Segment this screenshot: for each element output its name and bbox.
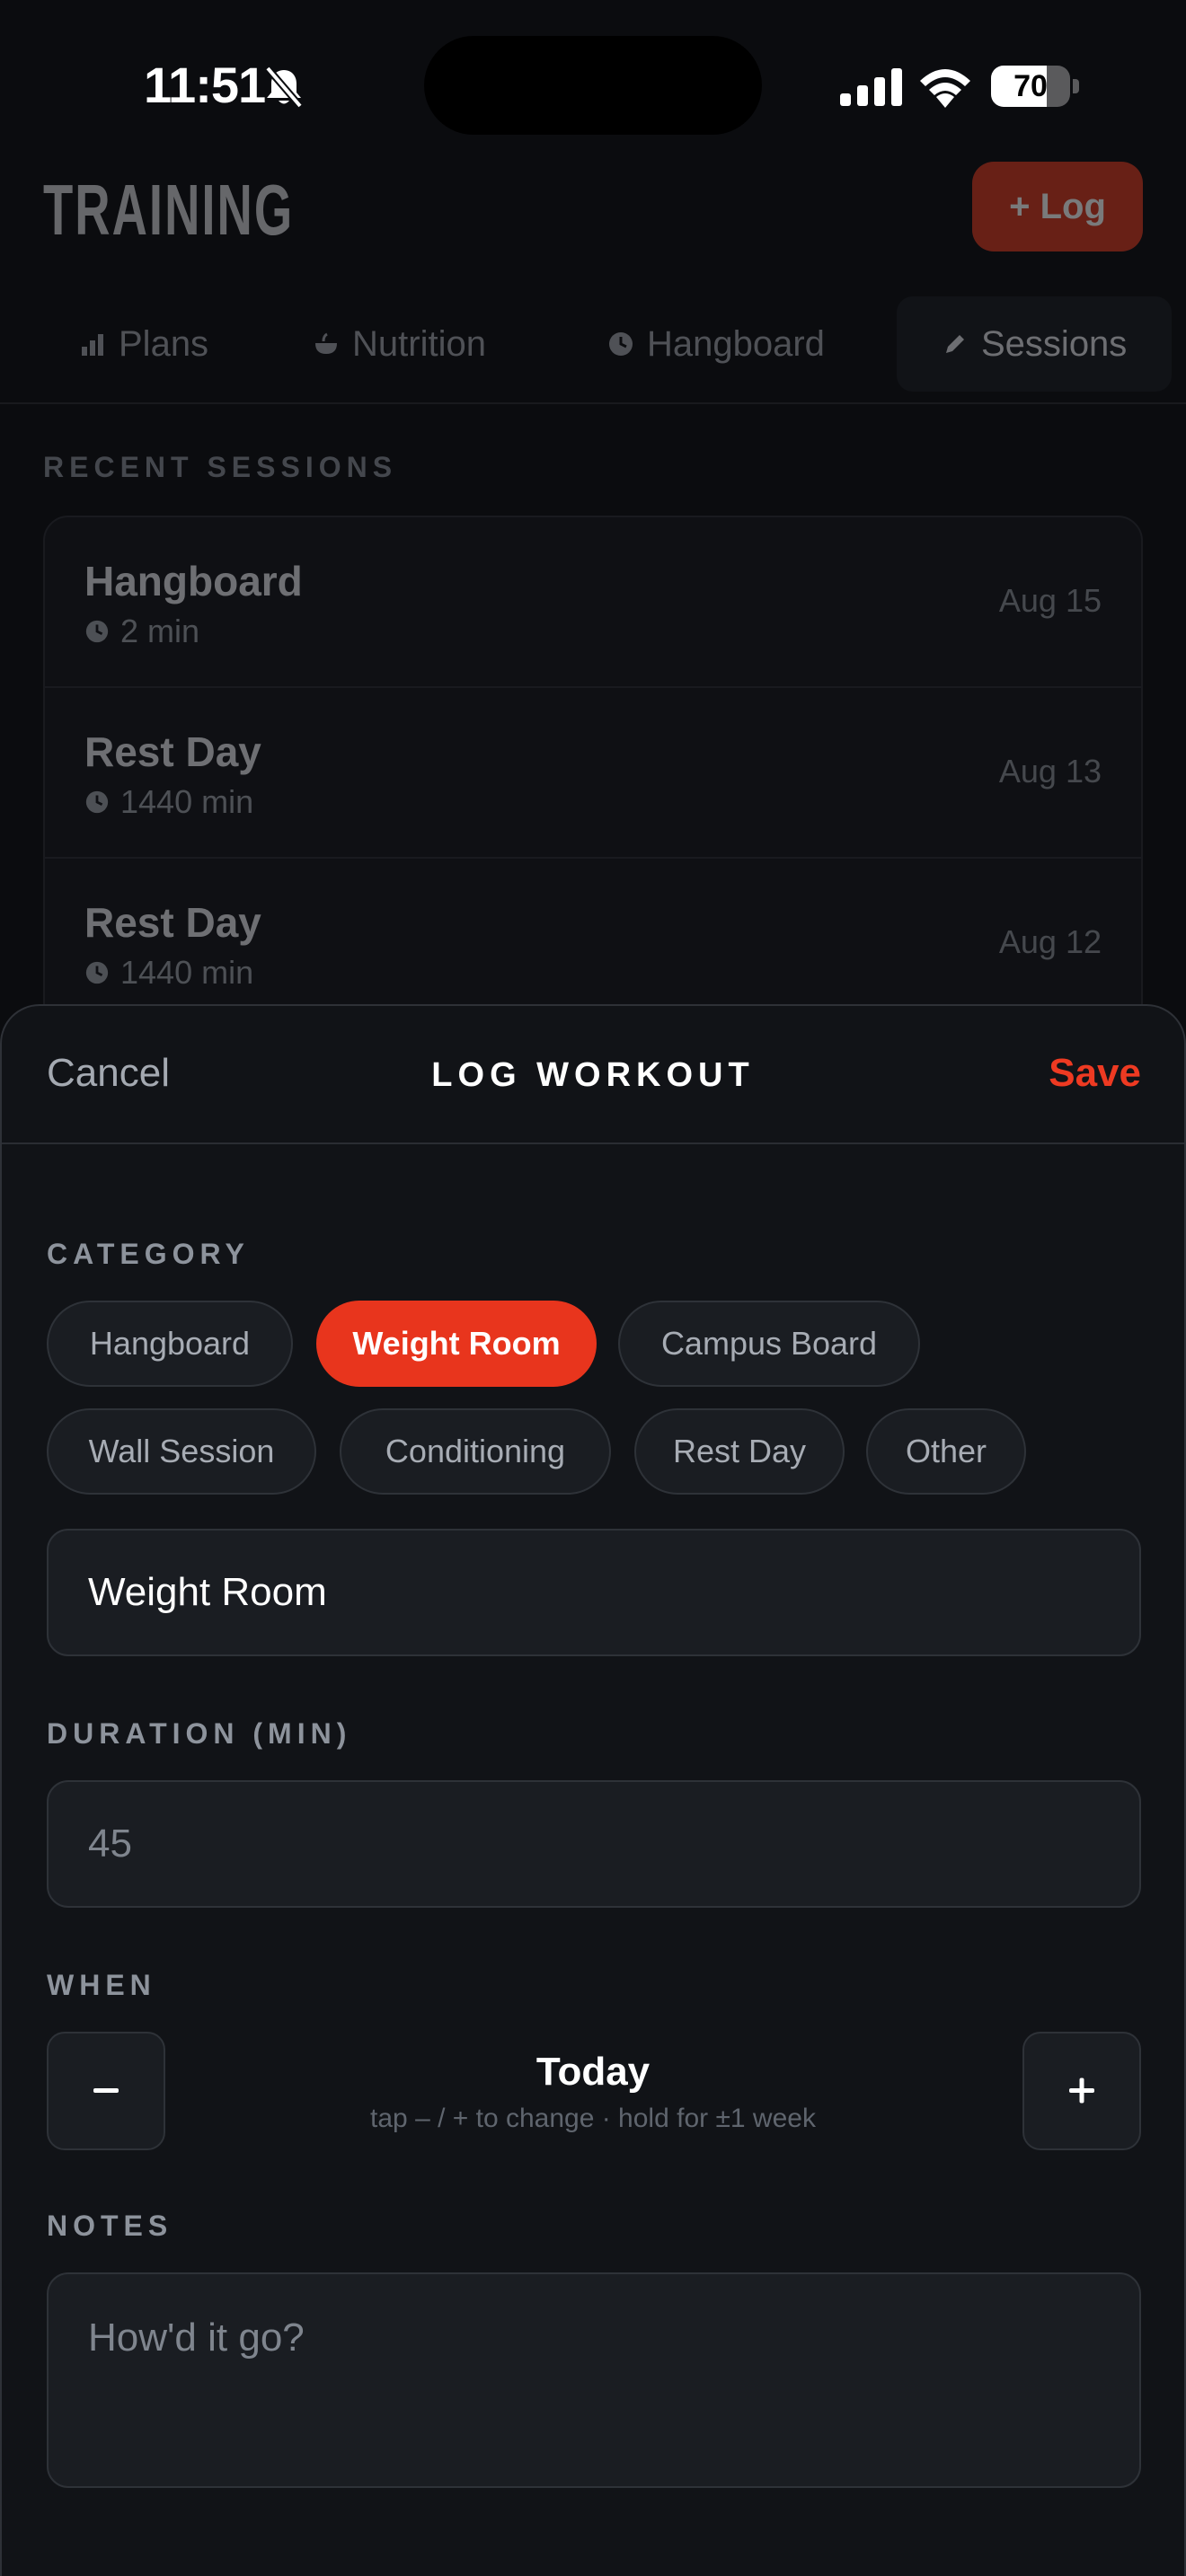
- clock-icon: [85, 961, 109, 984]
- bowl-icon: [315, 332, 337, 354]
- plus-icon: [1069, 2078, 1094, 2104]
- session-name: Rest Day: [84, 899, 261, 946]
- tab-label: Sessions: [981, 323, 1128, 364]
- category-chip-conditioning[interactable]: Conditioning: [340, 1408, 611, 1495]
- log-workout-sheet: Cancel LOG WORKOUT Save CATEGORY Hangboa…: [0, 1004, 1186, 2576]
- tab-nutrition[interactable]: Nutrition: [313, 296, 486, 392]
- session-meta: 1440 min: [84, 954, 253, 992]
- log-button[interactable]: + Log: [972, 162, 1143, 251]
- battery-body: 70: [991, 66, 1070, 107]
- clock-icon: [85, 620, 109, 643]
- pencil-icon: [946, 335, 964, 353]
- category-chip-wall-session[interactable]: Wall Session: [47, 1408, 316, 1495]
- session-date: Aug 12: [998, 923, 1102, 960]
- save-button[interactable]: Save: [1049, 1051, 1141, 1096]
- category-chip-campus-board[interactable]: Campus Board: [618, 1301, 920, 1387]
- tab-sessions[interactable]: Sessions: [897, 296, 1173, 392]
- category-chip-hangboard[interactable]: Hangboard: [47, 1301, 293, 1387]
- notes-textarea[interactable]: How'd it go?: [47, 2272, 1141, 2488]
- page-title: TRAINING: [43, 170, 295, 250]
- session-duration: 1440 min: [120, 954, 254, 991]
- session-duration: 1440 min: [120, 783, 254, 820]
- duration-input[interactable]: 45: [47, 1780, 1141, 1908]
- sheet-header: Cancel LOG WORKOUT Save: [2, 1006, 1184, 1144]
- bar-chart-icon: [82, 334, 103, 356]
- wifi-icon: [920, 69, 970, 108]
- session-date: Aug 13: [998, 753, 1102, 790]
- when-label: WHEN: [47, 1969, 156, 2001]
- cellular-signal-icon: [840, 68, 902, 106]
- session-list: Hangboard 2 min Aug 15 Rest Day 1440 min…: [43, 516, 1143, 1031]
- recent-sessions-label: RECENT SESSIONS: [43, 451, 398, 483]
- session-meta: 2 min: [84, 613, 199, 650]
- tab-plans[interactable]: Plans: [79, 296, 208, 392]
- category-chip-rest-day[interactable]: Rest Day: [634, 1408, 845, 1495]
- battery-percent: 70: [1013, 69, 1048, 103]
- battery-icon: 70: [991, 66, 1079, 107]
- duration-label: DURATION (MIN): [47, 1717, 352, 1750]
- date-increment-button[interactable]: [1022, 2032, 1141, 2150]
- status-bar: 11:51 70: [0, 0, 1186, 171]
- tab-label: Hangboard: [647, 323, 825, 364]
- date-hint: tap – / + to change · hold for ±1 week: [370, 2104, 816, 2133]
- clock-icon: [609, 332, 633, 356]
- clock-icon: [85, 790, 109, 814]
- session-row[interactable]: Hangboard 2 min Aug 15: [45, 517, 1141, 688]
- dynamic-island: [424, 36, 762, 135]
- category-label: CATEGORY: [47, 1238, 250, 1270]
- session-meta: 1440 min: [84, 783, 253, 821]
- screen: 11:51 70 TRAINING + Log Plans Nutrition …: [0, 0, 1186, 2576]
- bell-slash-icon: [264, 66, 304, 109]
- session-name: Hangboard: [84, 558, 303, 604]
- battery-tip: [1073, 79, 1079, 93]
- tab-hangboard[interactable]: Hangboard: [607, 296, 825, 392]
- notes-label: NOTES: [47, 2210, 173, 2242]
- category-chip-other[interactable]: Other: [866, 1408, 1026, 1495]
- session-name: Rest Day: [84, 728, 261, 775]
- status-time: 11:51: [144, 57, 266, 113]
- tab-bar: Plans Nutrition Hangboard Sessions: [43, 296, 1186, 395]
- workout-name-input[interactable]: Weight Room: [47, 1529, 1141, 1656]
- sheet-title: LOG WORKOUT: [431, 1056, 755, 1094]
- tab-label: Plans: [119, 323, 209, 364]
- tab-label: Nutrition: [352, 323, 486, 364]
- category-chip-weight-room[interactable]: Weight Room: [316, 1301, 597, 1387]
- session-duration: 2 min: [120, 613, 200, 649]
- session-date: Aug 15: [998, 582, 1102, 619]
- session-row[interactable]: Rest Day 1440 min Aug 13: [45, 688, 1141, 859]
- training-screen: TRAINING + Log Plans Nutrition Hangboard…: [0, 153, 1186, 1051]
- divider: [0, 402, 1186, 404]
- date-value: Today: [535, 2050, 651, 2094]
